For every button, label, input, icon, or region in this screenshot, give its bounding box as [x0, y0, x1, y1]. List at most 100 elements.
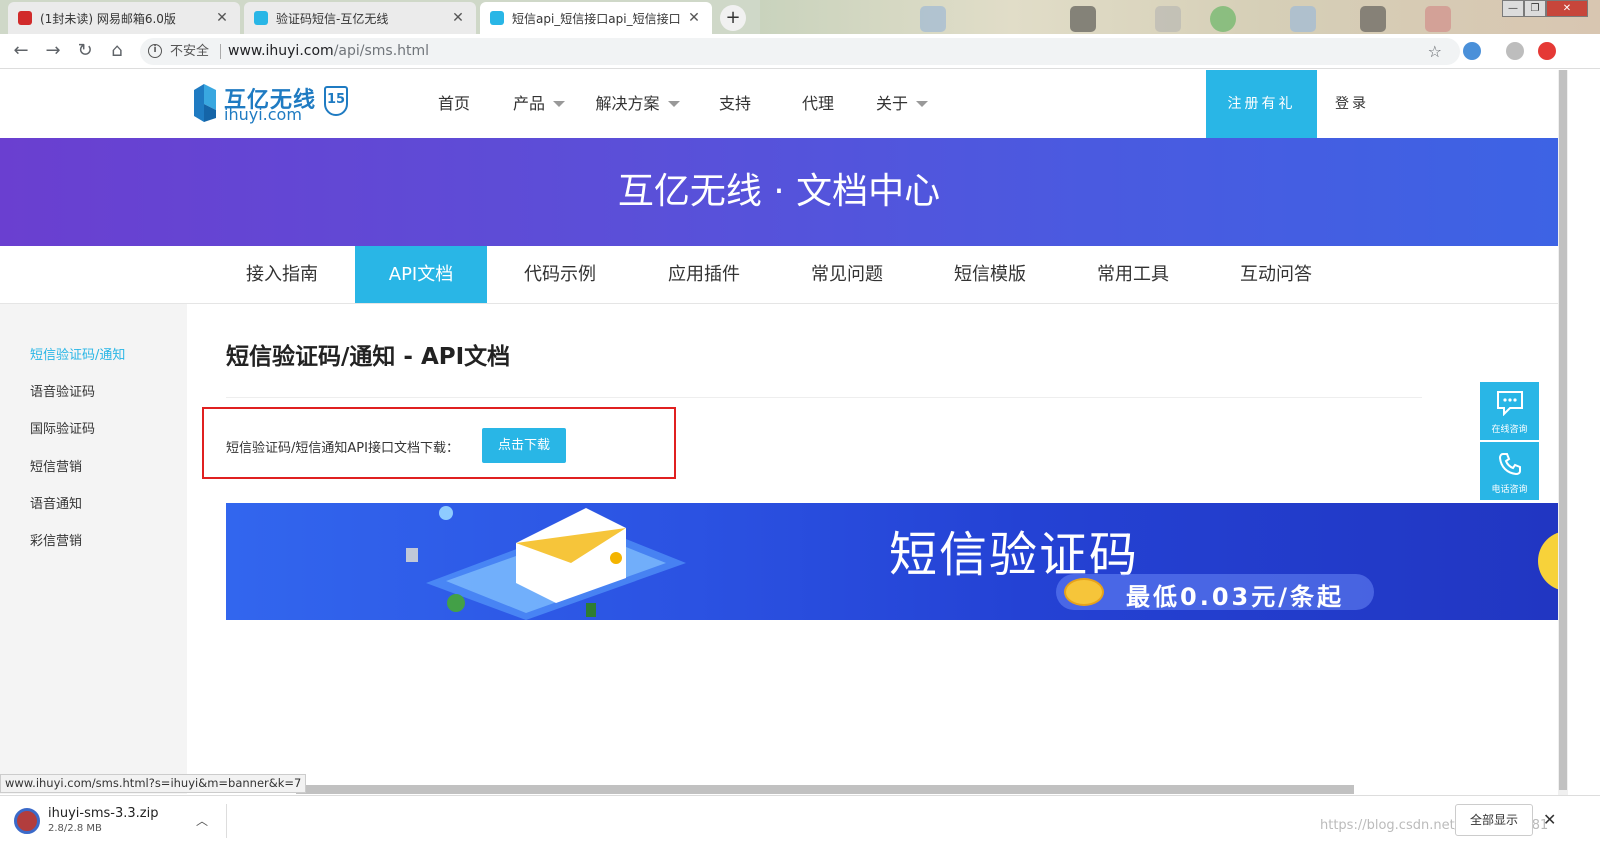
minimize-button[interactable]: —: [1502, 0, 1524, 17]
download-button[interactable]: 点击下载: [482, 428, 566, 463]
sidebar-item-intl-verify[interactable]: 国际验证码: [30, 418, 95, 437]
page-title: 短信验证码/通知 - API文档: [226, 344, 511, 370]
nav-item-label: 关于: [875, 94, 908, 113]
tab-close-icon[interactable]: ✕: [686, 10, 702, 26]
tab-access-guide[interactable]: 接入指南: [212, 246, 352, 303]
address-separator: [220, 44, 221, 59]
doc-sidebar: 短信验证码/通知 语音验证码 国际验证码 短信营销 语音通知 彩信营销: [0, 304, 187, 794]
browser-tab-sms[interactable]: 验证码短信-互亿无线 ✕: [244, 2, 476, 34]
download-separator: [226, 804, 227, 838]
tab-code-examples[interactable]: 代码示例: [490, 246, 630, 303]
security-label[interactable]: 不安全: [170, 38, 209, 65]
sidebar-item-sms-verify[interactable]: 短信验证码/通知: [30, 344, 125, 363]
chevron-down-icon: [667, 101, 680, 107]
new-tab-button[interactable]: +: [720, 5, 746, 31]
vertical-scrollbar[interactable]: [1558, 70, 1568, 795]
archive-file-icon: [14, 808, 40, 834]
extension-icon[interactable]: [1463, 42, 1481, 60]
sidebar-item-mms-marketing[interactable]: 彩信营销: [30, 530, 82, 549]
sidebar-item-voice-verify[interactable]: 语音验证码: [30, 381, 95, 400]
promo-yellow-badge: [1538, 531, 1558, 591]
show-all-downloads-button[interactable]: 全部显示: [1455, 804, 1533, 836]
tab-api-docs[interactable]: API文档: [355, 246, 487, 303]
tab-close-icon[interactable]: ✕: [214, 10, 230, 26]
logo-mark-icon: [194, 84, 216, 122]
profile-avatar-icon[interactable]: [1506, 42, 1524, 60]
tab-plugins[interactable]: 应用插件: [634, 246, 774, 303]
nav-item-label: 首页: [437, 94, 470, 113]
info-icon[interactable]: i: [148, 44, 162, 58]
tab-tools[interactable]: 常用工具: [1063, 246, 1203, 303]
sms-promo-banner[interactable]: 短信验证码 最低0.03元/条起: [226, 503, 1558, 620]
sidebar-item-sms-marketing[interactable]: 短信营销: [30, 456, 82, 475]
browser-tab-api[interactable]: 短信api_短信接口api_短信接口 ✕: [480, 2, 712, 34]
online-consult-button[interactable]: 在线咨询: [1480, 382, 1539, 440]
nav-item-home[interactable]: 首页: [410, 70, 498, 138]
download-label: 短信验证码/短信通知API接口文档下载：: [226, 441, 459, 456]
site-favicon-icon: [254, 11, 268, 25]
site-header: 互亿无线 ihuyi.com 15 首页 产品 解决方案 支持 代理 关于 注册…: [0, 70, 1558, 138]
tab-title: 验证码短信-互亿无线: [276, 11, 389, 26]
phone-consult-label: 电话咨询: [1491, 485, 1528, 495]
nav-item-support[interactable]: 支持: [695, 70, 775, 138]
coin-icon: [1064, 578, 1104, 606]
address-bar[interactable]: i 不安全 www.ihuyi.com/api/sms.html ☆: [140, 38, 1460, 65]
register-button[interactable]: 注册有礼: [1206, 70, 1317, 138]
forward-button[interactable]: →: [42, 40, 64, 62]
phone-consult-button[interactable]: 电话咨询: [1480, 442, 1539, 500]
browser-tab-strip: (1封未读) 网易邮箱6.0版 ✕ 验证码短信-互亿无线 ✕ 短信api_短信接…: [0, 0, 1600, 34]
site-favicon-icon: [490, 11, 504, 25]
site-logo[interactable]: 互亿无线 ihuyi.com 15: [190, 80, 355, 128]
tab-faq[interactable]: 常见问题: [777, 246, 917, 303]
reload-button[interactable]: ↻: [74, 40, 96, 62]
login-link[interactable]: 登录: [1335, 70, 1369, 138]
bookmark-star-icon[interactable]: ☆: [1428, 38, 1442, 65]
url-text[interactable]: www.ihuyi.com/api/sms.html: [228, 38, 429, 65]
tab-title: (1封未读) 网易邮箱6.0版: [40, 11, 176, 26]
nav-item-label: 产品: [512, 94, 545, 113]
scrollbar-thumb[interactable]: [1559, 70, 1567, 790]
address-toolbar: ← → ↻ ⌂ i 不安全 www.ihuyi.com/api/sms.html…: [0, 34, 1600, 69]
home-button[interactable]: ⌂: [106, 40, 128, 62]
tab-title: 短信api_短信接口api_短信接口: [512, 11, 681, 26]
nav-item-label: 代理: [801, 94, 834, 113]
browser-tab-mail[interactable]: (1封未读) 网易邮箱6.0版 ✕: [8, 2, 240, 34]
window-close-button[interactable]: ✕: [1546, 0, 1588, 17]
download-item[interactable]: ihuyi-sms-3.3.zip 2.8/2.8 MB ︿: [12, 806, 224, 838]
download-file-name: ihuyi-sms-3.3.zip: [48, 806, 159, 821]
mail-favicon-icon: [18, 11, 32, 25]
main-nav: 首页 产品 解决方案 支持 代理 关于: [410, 70, 943, 138]
chevron-up-icon[interactable]: ︿: [196, 812, 208, 829]
nav-item-products[interactable]: 产品: [498, 70, 580, 138]
download-highlight-box: 短信验证码/短信通知API接口文档下载： 点击下载: [202, 407, 676, 479]
restore-button[interactable]: ❐: [1524, 0, 1546, 17]
online-consult-label: 在线咨询: [1491, 425, 1528, 435]
downloads-bar: ihuyi-sms-3.3.zip 2.8/2.8 MB ︿ https://b…: [0, 795, 1600, 859]
window-controls: — ❐ ✕: [1502, 0, 1588, 17]
update-icon[interactable]: [1538, 42, 1556, 60]
horizontal-scrollbar[interactable]: [296, 785, 1354, 794]
nav-item-agent[interactable]: 代理: [775, 70, 861, 138]
chat-bubble-icon: [1497, 391, 1523, 416]
nav-item-label: 支持: [718, 94, 751, 113]
promo-illustration: [406, 506, 686, 620]
tab-close-icon[interactable]: ✕: [450, 10, 466, 26]
nav-item-solutions[interactable]: 解决方案: [580, 70, 695, 138]
hero-banner: 互亿无线 · 文档中心: [0, 138, 1558, 246]
hero-title: 互亿无线 · 文档中心: [617, 171, 941, 212]
chevron-down-icon: [553, 101, 565, 107]
promo-subline: 最低0.03元/条起: [1126, 583, 1344, 611]
back-button[interactable]: ←: [10, 40, 32, 62]
chevron-down-icon: [916, 101, 928, 107]
url-path: /api/sms.html: [333, 43, 430, 59]
tab-sms-templates[interactable]: 短信模版: [920, 246, 1060, 303]
doc-tabs: 接入指南 API文档 代码示例 应用插件 常见问题 短信模版 常用工具 互动问答: [0, 246, 1558, 304]
browser-theme-background: [760, 0, 1600, 34]
close-downloads-icon[interactable]: ✕: [1543, 810, 1556, 829]
url-domain: www.ihuyi.com: [228, 43, 334, 59]
logo-en-text: ihuyi.com: [224, 105, 302, 124]
nav-item-about[interactable]: 关于: [861, 70, 943, 138]
sidebar-item-voice-notify[interactable]: 语音通知: [30, 493, 82, 512]
tab-qa[interactable]: 互动问答: [1206, 246, 1346, 303]
title-divider: [226, 397, 1422, 398]
